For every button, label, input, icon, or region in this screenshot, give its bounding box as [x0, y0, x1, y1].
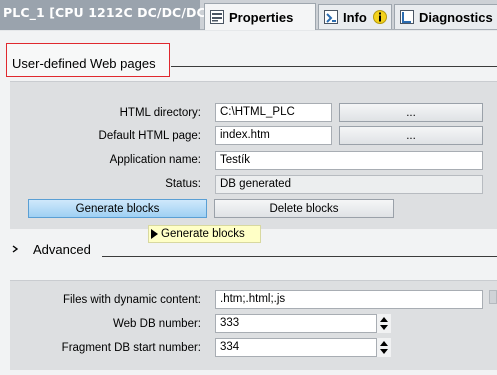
web-db-number-label: Web DB number: — [113, 318, 201, 330]
tab-properties[interactable]: Properties — [204, 3, 316, 30]
panel-scroll-handle[interactable] — [489, 290, 497, 304]
application-name-field[interactable]: Testík — [215, 151, 483, 170]
tab-info[interactable]: Info — [318, 4, 392, 29]
stepper-up-icon[interactable] — [380, 317, 388, 322]
stepper-down-icon[interactable] — [380, 349, 388, 354]
info-icon — [323, 9, 339, 25]
tab-diagnostics-label: Diagnostics — [419, 9, 493, 25]
default-html-page-field[interactable]: index.htm — [215, 126, 332, 145]
application-name-label: Application name: — [109, 154, 201, 166]
web-db-number-field[interactable]: 333 — [215, 314, 391, 333]
tab-info-label: Info — [343, 9, 367, 25]
diagnostics-icon — [399, 9, 415, 25]
device-title: PLC_1 [CPU 1212C DC/DC/DC] — [3, 5, 212, 20]
fragment-db-start-stepper[interactable] — [376, 338, 391, 357]
section-divider — [171, 66, 497, 67]
tab-properties-label: Properties — [229, 9, 294, 25]
status-field: DB generated — [215, 175, 483, 194]
web-db-number-stepper[interactable] — [376, 314, 391, 333]
html-directory-browse-button[interactable]: ... — [339, 103, 483, 122]
generate-blocks-tooltip: Generate blocks — [148, 225, 261, 243]
tab-diagnostics[interactable]: Diagnostics — [394, 4, 497, 29]
inspector-header: PLC_1 [CPU 1212C DC/DC/DC] Properties In… — [0, 0, 497, 30]
delete-blocks-button[interactable]: Delete blocks — [214, 199, 394, 218]
default-html-page-label: Default HTML page: — [98, 130, 201, 142]
html-directory-label: HTML directory: — [119, 107, 201, 119]
properties-icon — [209, 9, 225, 25]
tooltip-text: Generate blocks — [161, 228, 245, 240]
status-label: Status: — [165, 178, 201, 190]
generate-blocks-button[interactable]: Generate blocks — [28, 199, 207, 218]
advanced-expand-icon[interactable] — [10, 244, 20, 254]
info-badge-icon — [372, 9, 387, 25]
fragment-db-start-field[interactable]: 334 — [215, 338, 391, 357]
advanced-title[interactable]: Advanced — [33, 242, 91, 257]
default-html-page-browse-button[interactable]: ... — [339, 126, 483, 145]
stepper-up-icon[interactable] — [380, 341, 388, 346]
html-directory-field[interactable]: C:\HTML_PLC — [215, 103, 332, 122]
dynamic-content-label: Files with dynamic content: — [62, 294, 201, 306]
advanced-divider — [102, 256, 497, 257]
dynamic-content-field[interactable]: .htm;.html;.js — [215, 290, 483, 309]
stepper-down-icon[interactable] — [380, 325, 388, 330]
section-title: User-defined Web pages — [12, 56, 156, 71]
fragment-db-start-label: Fragment DB start number: — [61, 342, 201, 354]
tooltip-arrow-icon — [151, 229, 158, 239]
